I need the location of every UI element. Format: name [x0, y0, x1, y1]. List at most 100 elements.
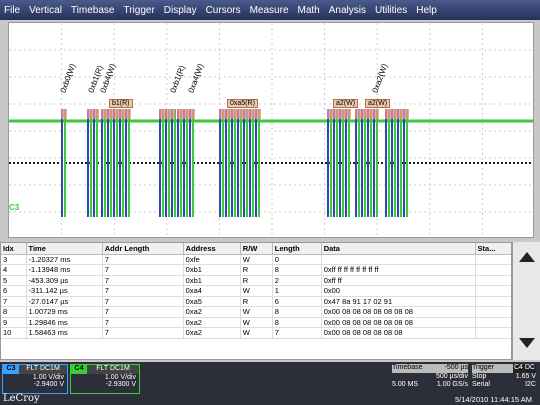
table-row[interactable]: 5 -453.309 µs 7 0xb1 R 2 0xff ff	[1, 275, 511, 286]
table-cell: R	[240, 264, 273, 276]
signal-edge	[231, 109, 233, 217]
signal-edge	[186, 109, 188, 217]
trigger-box[interactable]: Trigger C4 DC Stop 1.65 V Serial I2C	[472, 364, 536, 390]
signal-edge	[370, 109, 372, 217]
signal-edge	[90, 109, 92, 217]
table-cell	[475, 327, 511, 339]
menu-item-file[interactable]: File	[4, 5, 20, 16]
decode-label: a2(W)	[333, 99, 359, 108]
signal-edge	[358, 109, 360, 217]
timebase-tdiv: 500 µs/div	[435, 372, 468, 380]
signal-edge	[93, 109, 95, 217]
signal-edge	[180, 109, 182, 217]
table-cell: 0	[272, 254, 322, 265]
waveform-grid[interactable]: C3 0xb0(W) 0xb1(R) 0xb4(W) 0xb1(R) 0xa4(…	[8, 22, 534, 238]
table-cell: 0xa2	[183, 317, 241, 328]
signal-edge	[116, 109, 118, 217]
table-cell: -27.0147 µs	[26, 296, 103, 307]
table-cell: -1.20327 ms	[26, 254, 103, 265]
table-cell	[475, 317, 511, 328]
decode-highlight	[355, 109, 379, 119]
decode-highlight	[219, 109, 261, 119]
channel-c3-box[interactable]: C3 FLT DC1M 1.00 V/div -2.9400 V	[2, 364, 68, 394]
table-scrollbar[interactable]	[512, 242, 540, 360]
signal-edge	[397, 109, 399, 217]
signal-edge	[330, 109, 332, 217]
menu-item-timebase[interactable]: Timebase	[71, 5, 115, 16]
decode-label: a2(W)	[365, 99, 391, 108]
scroll-up-icon[interactable]	[519, 252, 535, 262]
decode-highlight	[61, 109, 67, 119]
table-cell: 1.29846 ms	[26, 317, 103, 328]
menu-item-vertical[interactable]: Vertical	[29, 5, 62, 16]
scroll-down-icon[interactable]	[519, 338, 535, 348]
signal-edge	[373, 109, 375, 217]
column-header[interactable]: R/W	[240, 243, 273, 255]
table-cell: 0x00 08 08 08 08 08 08	[321, 327, 476, 339]
menu-item-display[interactable]: Display	[164, 5, 197, 16]
menu-item-help[interactable]: Help	[416, 5, 437, 16]
signal-edge	[122, 109, 124, 217]
table-row[interactable]: 10 1.58463 ms 7 0xa2 W 7 0x00 08 08 08 08 08 0…	[1, 327, 511, 339]
signal-edge	[234, 109, 236, 217]
menu-item-utilities[interactable]: Utilities	[375, 5, 407, 16]
signal-edge	[246, 109, 248, 217]
signal-edge	[376, 109, 378, 217]
signal-edge	[339, 109, 341, 217]
table-cell: 1.00729 ms	[26, 306, 103, 318]
table-row[interactable]: 4 -1.13948 ms 7 0xb1 R 8 0xff ff ff ff ff ff f…	[1, 264, 511, 276]
column-header[interactable]: Data	[321, 243, 476, 255]
table-cell: 8	[272, 317, 322, 328]
signal-edge	[183, 109, 185, 217]
table-cell	[475, 275, 511, 286]
channel-c4-box[interactable]: C4 FLT DC1M 1.00 V/div -2.9300 V	[70, 364, 140, 394]
signal-edge	[355, 109, 357, 217]
timebase-box[interactable]: Timebase -500 µs 500 µs/div 5.00 MS 1.00…	[392, 364, 468, 390]
menu-item-measure[interactable]: Measure	[250, 5, 289, 16]
column-header[interactable]: Addr Length	[102, 243, 184, 255]
table-cell: 9	[1, 317, 27, 328]
decode-table[interactable]: Idx Time Addr Length Address R/W Length Data St…	[0, 242, 512, 360]
trigger-flag: C4 DC	[512, 364, 536, 373]
channel-offset: -2.9400 V	[33, 381, 64, 388]
table-cell: 0xff ff	[321, 275, 476, 286]
column-header[interactable]: Time	[26, 243, 103, 255]
signal-edge	[87, 109, 89, 217]
column-header[interactable]: Length	[272, 243, 322, 255]
channel-vdiv: 1.00 V/div	[104, 374, 136, 381]
decode-highlight	[87, 109, 99, 119]
table-cell: 7	[102, 264, 184, 276]
menu-item-analysis[interactable]: Analysis	[329, 5, 366, 16]
signal-edge	[327, 109, 329, 217]
timebase-delay: -500 µs	[444, 364, 469, 371]
table-cell: 10	[1, 327, 27, 339]
table-cell: 7	[1, 296, 27, 307]
signal-edge	[128, 109, 130, 217]
menu-item-cursors[interactable]: Cursors	[206, 5, 241, 16]
column-header[interactable]: Address	[183, 243, 241, 255]
trigger-mode: Stop	[472, 372, 487, 380]
table-cell	[475, 306, 511, 318]
table-row[interactable]: 8 1.00729 ms 7 0xa2 W 8 0x00 08 08 08 08 08 08…	[1, 306, 511, 318]
table-cell	[321, 254, 476, 265]
table-cell: 0x00 08 08 08 08 08 08 08	[321, 306, 476, 318]
table-cell: 0x47 8a 91 17 02 91	[321, 296, 476, 307]
table-row[interactable]: 3 -1.20327 ms 7 0xfe W 0	[1, 254, 511, 265]
table-row[interactable]: 9 1.29846 ms 7 0xa2 W 8 0x00 08 08 08 08 08 08…	[1, 317, 511, 328]
signal-edge	[361, 109, 363, 217]
table-cell: 7	[102, 306, 184, 318]
decode-highlight	[177, 109, 195, 119]
signal-edge	[249, 109, 251, 217]
table-row[interactable]: 7 -27.0147 µs 7 0xa5 R 6 0x47 8a 91 17 02 91	[1, 296, 511, 307]
decode-label: b1(R)	[109, 99, 133, 108]
column-header[interactable]: Sta...	[475, 243, 511, 255]
table-cell: 0xb1	[183, 264, 241, 276]
menu-item-math[interactable]: Math	[298, 5, 320, 16]
table-cell: 1.58463 ms	[26, 327, 103, 339]
column-header[interactable]: Idx	[1, 243, 27, 255]
table-row[interactable]: 6 -311.142 µs 7 0xa4 W 1 0x00	[1, 285, 511, 297]
menu-item-trigger[interactable]: Trigger	[123, 5, 154, 16]
table-cell: 4	[1, 264, 27, 276]
decode-highlight	[385, 109, 409, 119]
signal-edge	[64, 109, 66, 217]
